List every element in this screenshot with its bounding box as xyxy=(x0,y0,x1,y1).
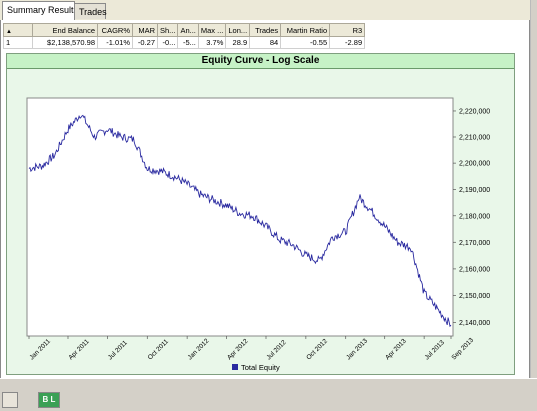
y-tick-label: 2,170,000 xyxy=(459,240,490,247)
cell-trades: 84 xyxy=(249,36,282,49)
x-tick-label: Apr 2013 xyxy=(384,338,408,362)
cell-r3: -2.89 xyxy=(329,36,366,49)
tab-trades[interactable]: Trades xyxy=(74,3,107,19)
col-mar[interactable]: MAR xyxy=(132,23,158,37)
col-martin-ratio[interactable]: Martin Ratio xyxy=(280,23,331,37)
col-trades[interactable]: Trades xyxy=(249,23,282,37)
vertical-scrollbar[interactable] xyxy=(530,0,537,378)
tab-bar: Summary Results Trades xyxy=(0,0,530,21)
chart-title: Equity Curve - Log Scale xyxy=(7,54,514,69)
cell-mar: -0.27 xyxy=(132,36,158,49)
table-header-row: ▲ End Balance CAGR% MAR Sh... An... Max … xyxy=(3,23,366,37)
y-tick-label: 2,150,000 xyxy=(459,293,490,300)
legend-label: Total Equity xyxy=(241,363,280,372)
x-tick-label: Jan 2013 xyxy=(345,337,369,361)
y-axis: 2,220,000 2,210,000 2,200,000 2,190,000 2,18… xyxy=(453,108,490,327)
bl-button[interactable]: B L xyxy=(38,392,60,408)
cell-sharpe: -0... xyxy=(156,36,179,49)
x-tick-label: Jan 2012 xyxy=(187,337,211,361)
results-table: ▲ End Balance CAGR% MAR Sh... An... Max … xyxy=(3,23,366,49)
y-tick-label: 2,200,000 xyxy=(459,161,490,168)
col-sharpe[interactable]: Sh... xyxy=(156,23,179,37)
y-tick-label: 2,180,000 xyxy=(459,213,490,220)
x-tick-label: Jul 2013 xyxy=(424,339,447,362)
x-tick-label: Apr 2011 xyxy=(67,338,91,362)
equity-chart: 2,220,000 2,210,000 2,200,000 2,190,000 2,18… xyxy=(26,97,490,372)
tray-icon-button[interactable] xyxy=(2,392,18,408)
x-tick-label: Jan 2011 xyxy=(28,338,52,362)
cell-cagr: -1.01% xyxy=(97,36,133,49)
y-tick-label: 2,220,000 xyxy=(459,108,490,115)
col-longest[interactable]: Lon... xyxy=(225,23,251,37)
row-number: 1 xyxy=(3,36,33,49)
tab-summary-results[interactable]: Summary Results xyxy=(2,1,78,20)
col-cagr[interactable]: CAGR% xyxy=(97,23,133,37)
x-tick-label: Apr 2012 xyxy=(226,338,250,362)
x-tick-label: Oct 2012 xyxy=(305,338,329,362)
x-axis: Jan 2011 Apr 2011 Jul 2011 Oct 2011 Jan 2012… xyxy=(28,336,475,361)
x-tick-label: Jul 2011 xyxy=(107,339,129,361)
x-tick-label: Oct 2011 xyxy=(147,338,171,362)
equity-chart-panel: Equity Curve - Log Scale 2,220,000 2,210,… xyxy=(6,53,515,375)
col-r3[interactable]: R3 xyxy=(329,23,366,37)
table-row[interactable]: 1 $2,138,570.98 -1.01% -0.27 -0... -5...… xyxy=(3,36,366,49)
y-tick-label: 2,160,000 xyxy=(459,266,490,273)
y-tick-label: 2,140,000 xyxy=(459,320,490,327)
cell-max-dd: 3.7% xyxy=(197,36,227,49)
cell-end-balance: $2,138,570.98 xyxy=(32,36,98,49)
legend-swatch xyxy=(232,364,238,370)
y-tick-label: 2,210,000 xyxy=(459,134,490,141)
cell-annual: -5... xyxy=(177,36,199,49)
y-tick-label: 2,190,000 xyxy=(459,187,490,194)
col-max-dd[interactable]: Max ... xyxy=(197,23,227,37)
x-tick-label: Jul 2012 xyxy=(265,339,288,362)
sort-indicator-header[interactable]: ▲ xyxy=(3,23,33,37)
status-bar xyxy=(0,378,537,411)
x-tick-label: Sep 2013 xyxy=(450,337,475,362)
col-end-balance[interactable]: End Balance xyxy=(32,23,98,37)
col-annual[interactable]: An... xyxy=(177,23,199,37)
sort-up-icon: ▲ xyxy=(6,28,12,35)
cell-longest: 28.9 xyxy=(225,36,251,49)
plot-area xyxy=(26,97,454,337)
cell-martin-ratio: -0.55 xyxy=(280,36,331,49)
